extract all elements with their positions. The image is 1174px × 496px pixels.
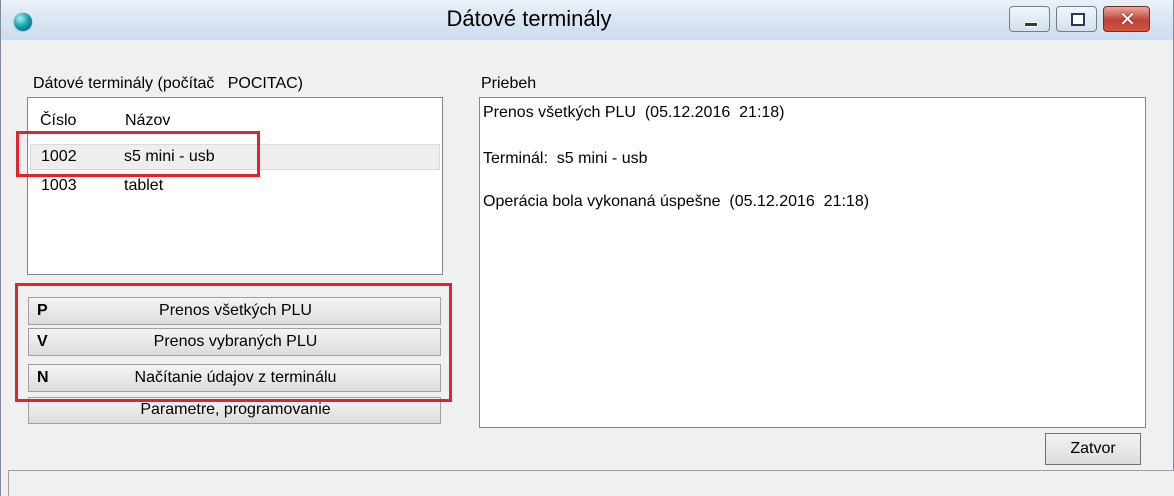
column-header-number[interactable]: Číslo — [40, 112, 76, 130]
log-line: Operácia bola vykonaná úspešne (05.12.20… — [483, 193, 870, 210]
transfer-all-plu-button[interactable]: P Prenos všetkých PLU — [28, 297, 441, 325]
close-icon: ✕ — [1119, 7, 1136, 31]
close-button[interactable]: Zatvor — [1045, 433, 1141, 465]
title-bar[interactable]: Dátové terminály ✕ — [1, 0, 1173, 40]
terminals-window: Dátové terminály ✕ Dátové terminály (poč… — [0, 0, 1174, 496]
terminals-label: Dátové terminály (počítač POCITAC) — [33, 75, 303, 92]
button-label: Prenos všetkých PLU — [159, 302, 312, 319]
minimize-icon — [1024, 22, 1038, 27]
column-header-name[interactable]: Názov — [125, 112, 170, 130]
minimize-button[interactable] — [1009, 6, 1050, 32]
terminal-name: tablet — [124, 177, 164, 194]
close-window-button[interactable]: ✕ — [1103, 6, 1150, 32]
maximize-icon — [1071, 13, 1085, 26]
terminal-number: 1003 — [41, 177, 77, 194]
status-bar — [8, 470, 1174, 496]
log-line: Terminál: s5 mini - usb — [483, 150, 648, 167]
progress-label: Priebeh — [481, 75, 537, 92]
terminal-name: s5 mini - usb — [124, 148, 215, 165]
selected-row-background — [30, 144, 440, 170]
load-terminal-data-button[interactable]: N Načítanie údajov z terminálu — [28, 364, 441, 392]
log-line: Prenos všetkých PLU (05.12.2016 21:18) — [483, 104, 785, 121]
maximize-button[interactable] — [1056, 6, 1097, 32]
progress-log[interactable]: Prenos všetkých PLU (05.12.2016 21:18) T… — [479, 97, 1146, 428]
transfer-selected-plu-button[interactable]: V Prenos vybraných PLU — [28, 328, 441, 356]
terminals-list[interactable]: Číslo Názov 1002 s5 mini - usb 1003 tabl… — [27, 97, 443, 275]
parameters-programming-button[interactable]: Parametre, programovanie — [28, 397, 441, 424]
button-label: Prenos vybraných PLU — [153, 333, 318, 350]
button-label: Načítanie údajov z terminálu — [134, 369, 337, 386]
window-title: Dátové terminály — [446, 6, 612, 31]
button-label: Parametre, programovanie — [140, 401, 331, 418]
terminal-number: 1002 — [41, 148, 77, 165]
